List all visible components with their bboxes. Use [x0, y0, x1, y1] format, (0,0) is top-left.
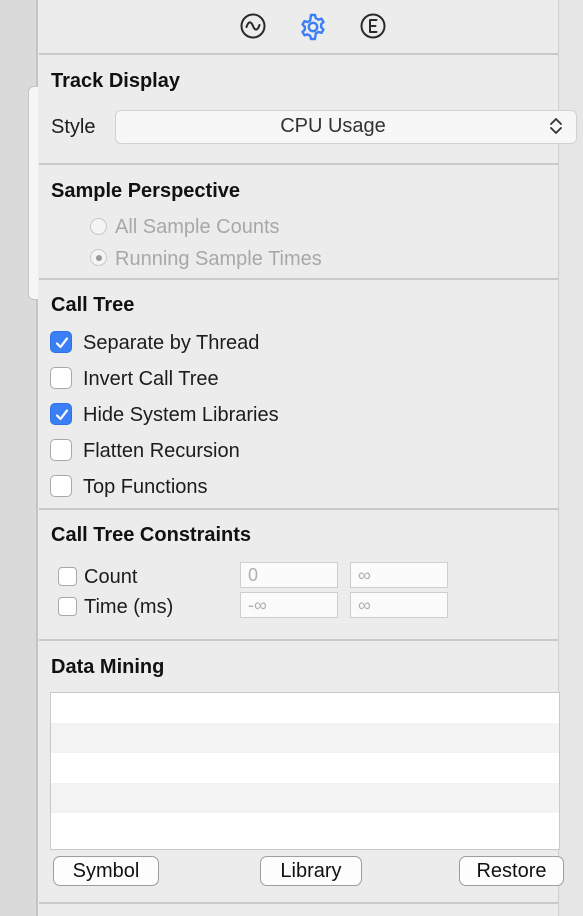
count-min-field[interactable]: 0	[240, 562, 338, 588]
sample-perspective-title: Sample Perspective	[51, 180, 240, 202]
label-flatten-recursion: Flatten Recursion	[83, 440, 240, 462]
radio-all-sample-counts[interactable]	[90, 218, 107, 235]
radio-label-running-sample-times: Running Sample Times	[115, 248, 322, 270]
label-top-functions: Top Functions	[83, 476, 208, 498]
gear-icon[interactable]	[298, 12, 326, 41]
time-max-field[interactable]: ∞	[350, 592, 448, 618]
call-tree-constraints-title: Call Tree Constraints	[51, 524, 252, 546]
call-tree-title: Call Tree	[51, 294, 135, 316]
count-max-field[interactable]: ∞	[350, 562, 448, 588]
checkbox-separate-by-thread[interactable]	[50, 331, 72, 353]
checkbox-count-constraint[interactable]	[58, 567, 77, 586]
label-count-constraint: Count	[84, 566, 138, 588]
data-mining-title: Data Mining	[51, 656, 165, 678]
inspector-toolbar	[39, 0, 558, 54]
chevron-updown-icon	[550, 118, 562, 134]
table-row	[51, 783, 559, 813]
inspector-panel: Track Display Style CPU Usage Sample Per…	[39, 0, 577, 916]
collapsed-panel-tab[interactable]	[28, 86, 38, 300]
label-separate-by-thread: Separate by Thread	[83, 332, 260, 354]
restore-button[interactable]: Restore	[459, 856, 564, 886]
radio-label-all-sample-counts: All Sample Counts	[115, 216, 280, 238]
divider	[39, 639, 558, 641]
divider	[39, 508, 558, 510]
checkbox-hide-system-libraries[interactable]	[50, 403, 72, 425]
checkbox-top-functions[interactable]	[50, 475, 72, 497]
label-hide-system-libraries: Hide System Libraries	[83, 404, 279, 426]
divider	[39, 278, 558, 280]
checkbox-invert-call-tree[interactable]	[50, 367, 72, 389]
table-row	[51, 813, 559, 843]
label-time-constraint: Time (ms)	[84, 596, 174, 618]
extended-detail-icon[interactable]	[359, 12, 387, 40]
label-invert-call-tree: Invert Call Tree	[83, 368, 219, 390]
track-display-title: Track Display	[51, 70, 180, 92]
checkbox-flatten-recursion[interactable]	[50, 439, 72, 461]
style-label: Style	[51, 116, 96, 138]
time-min-field[interactable]: -∞	[240, 592, 338, 618]
style-popup[interactable]: CPU Usage	[115, 110, 577, 144]
table-row	[51, 693, 559, 723]
table-row	[51, 753, 559, 783]
radio-running-sample-times[interactable]	[90, 249, 107, 266]
checkbox-time-constraint[interactable]	[58, 597, 77, 616]
divider	[39, 902, 558, 904]
table-row	[51, 723, 559, 753]
divider	[39, 163, 558, 165]
library-button[interactable]: Library	[260, 856, 362, 886]
symbol-button[interactable]: Symbol	[53, 856, 159, 886]
style-popup-value: CPU Usage	[280, 115, 386, 137]
waveform-icon[interactable]	[239, 12, 267, 40]
divider	[39, 53, 558, 55]
data-mining-table[interactable]	[50, 692, 560, 850]
